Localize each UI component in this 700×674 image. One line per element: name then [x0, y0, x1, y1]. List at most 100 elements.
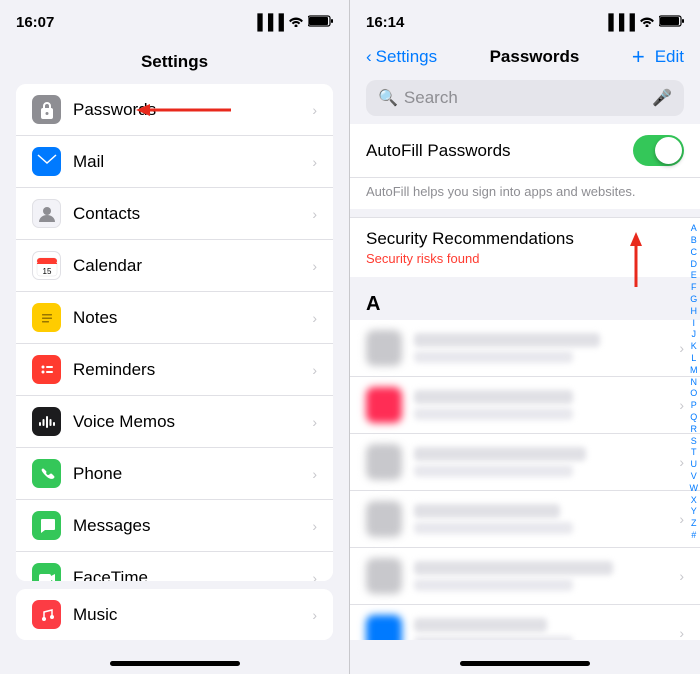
alpha-E[interactable]: E: [690, 270, 699, 281]
alpha-J[interactable]: J: [690, 329, 699, 340]
alpha-Z[interactable]: Z: [690, 518, 699, 529]
settings-item-notes[interactable]: Notes ›: [16, 292, 333, 344]
alpha-K[interactable]: K: [690, 341, 699, 352]
alpha-R[interactable]: R: [690, 424, 699, 435]
right-wifi-icon: [639, 14, 655, 31]
alpha-I[interactable]: I: [690, 318, 699, 329]
facetime-label: FaceTime: [73, 568, 312, 582]
row3-chevron: ›: [679, 454, 684, 470]
right-content: AutoFill Passwords AutoFill helps you si…: [350, 124, 700, 640]
settings-item-calendar[interactable]: 15 Calendar ›: [16, 240, 333, 292]
settings-item-passwords[interactable]: Passwords ›: [16, 84, 333, 136]
settings-item-facetime[interactable]: FaceTime ›: [16, 552, 333, 581]
left-bottom-bar: [0, 640, 349, 674]
settings-item-mail[interactable]: Mail ›: [16, 136, 333, 188]
reminders-icon: [32, 355, 61, 384]
password-avatar-5: [366, 558, 402, 594]
back-button[interactable]: ‹ Settings: [366, 47, 437, 67]
password-name-4: [414, 504, 560, 518]
red-arrow-indicator: [136, 98, 236, 122]
password-row-3[interactable]: ›: [350, 434, 700, 491]
password-info-3: [414, 447, 679, 477]
autofill-label: AutoFill Passwords: [366, 141, 633, 161]
right-nav-bar: ‹ Settings Passwords + Edit: [350, 44, 700, 80]
autofill-toggle[interactable]: [633, 135, 684, 166]
settings-item-music[interactable]: Music ›: [16, 589, 333, 640]
right-home-indicator: [460, 661, 590, 666]
phone-chevron: ›: [312, 466, 317, 482]
phone-label: Phone: [73, 464, 312, 484]
passwords-list: › › ›: [350, 320, 700, 640]
voicememos-chevron: ›: [312, 414, 317, 430]
password-name-3: [414, 447, 586, 461]
alpha-F[interactable]: F: [690, 282, 699, 293]
alpha-S[interactable]: S: [690, 436, 699, 447]
alpha-A[interactable]: A: [690, 223, 699, 234]
left-status-bar: 16:07 ▐▐▐: [0, 0, 349, 44]
settings-list: Passwords › Mail › Contacts ›: [16, 84, 333, 581]
row4-chevron: ›: [679, 511, 684, 527]
calendar-chevron: ›: [312, 258, 317, 274]
contacts-chevron: ›: [312, 206, 317, 222]
alpha-V[interactable]: V: [690, 471, 699, 482]
alpha-U[interactable]: U: [690, 459, 699, 470]
alpha-B[interactable]: B: [690, 235, 699, 246]
settings-item-phone[interactable]: Phone ›: [16, 448, 333, 500]
row2-chevron: ›: [679, 397, 684, 413]
right-status-icons: ▐▐▐: [603, 14, 684, 31]
right-panel: 16:14 ▐▐▐ ‹ Settings Passwords + Edit 🔍 …: [350, 0, 700, 674]
right-battery-icon: [659, 14, 684, 31]
autofill-description: AutoFill helps you sign into apps and we…: [350, 178, 700, 209]
back-chevron-icon: ‹: [366, 47, 372, 67]
reminders-label: Reminders: [73, 360, 312, 380]
edit-button[interactable]: Edit: [655, 47, 684, 67]
alpha-W[interactable]: W: [690, 483, 699, 494]
alpha-X[interactable]: X: [690, 495, 699, 506]
right-signal-icon: ▐▐▐: [603, 14, 635, 31]
alpha-T[interactable]: T: [690, 447, 699, 458]
settings-item-reminders[interactable]: Reminders ›: [16, 344, 333, 396]
alphabet-sidebar: A B C D E F G H I J K L M N O P Q R S T …: [690, 124, 699, 640]
password-row-2[interactable]: ›: [350, 377, 700, 434]
voicememos-icon: [32, 407, 61, 436]
settings-item-messages[interactable]: Messages ›: [16, 500, 333, 552]
password-name-1: [414, 333, 600, 347]
notes-chevron: ›: [312, 310, 317, 326]
right-page-title: Passwords: [490, 47, 580, 67]
password-row-4[interactable]: ›: [350, 491, 700, 548]
notes-label: Notes: [73, 308, 312, 328]
alpha-H[interactable]: H: [690, 306, 699, 317]
settings-item-voicememos[interactable]: Voice Memos ›: [16, 396, 333, 448]
row1-chevron: ›: [679, 340, 684, 356]
music-icon: [32, 600, 61, 629]
toggle-knob: [655, 137, 682, 164]
password-row-6[interactable]: ›: [350, 605, 700, 640]
password-url-2: [414, 408, 573, 420]
password-info-5: [414, 561, 679, 591]
alpha-G[interactable]: G: [690, 294, 699, 305]
alpha-C[interactable]: C: [690, 247, 699, 258]
password-info-2: [414, 390, 679, 420]
password-row-5[interactable]: ›: [350, 548, 700, 605]
alpha-Q[interactable]: Q: [690, 412, 699, 423]
alpha-L[interactable]: L: [690, 353, 699, 364]
row5-chevron: ›: [679, 568, 684, 584]
alpha-M[interactable]: M: [690, 365, 699, 376]
alpha-N[interactable]: N: [690, 377, 699, 388]
autofill-row[interactable]: AutoFill Passwords: [350, 124, 700, 178]
password-avatar-4: [366, 501, 402, 537]
password-url-6: [414, 636, 573, 640]
left-status-icons: ▐▐▐: [252, 14, 333, 31]
reminders-chevron: ›: [312, 362, 317, 378]
password-row-1[interactable]: ›: [350, 320, 700, 377]
music-label: Music: [73, 605, 312, 625]
facetime-icon: [32, 563, 61, 581]
settings-item-contacts[interactable]: Contacts ›: [16, 188, 333, 240]
alpha-O[interactable]: O: [690, 388, 699, 399]
alpha-hash[interactable]: #: [690, 530, 699, 541]
alpha-Y[interactable]: Y: [690, 506, 699, 517]
search-bar[interactable]: 🔍 Search 🎤: [366, 80, 684, 116]
alpha-P[interactable]: P: [690, 400, 699, 411]
add-button[interactable]: +: [632, 44, 645, 70]
alpha-D[interactable]: D: [690, 259, 699, 270]
